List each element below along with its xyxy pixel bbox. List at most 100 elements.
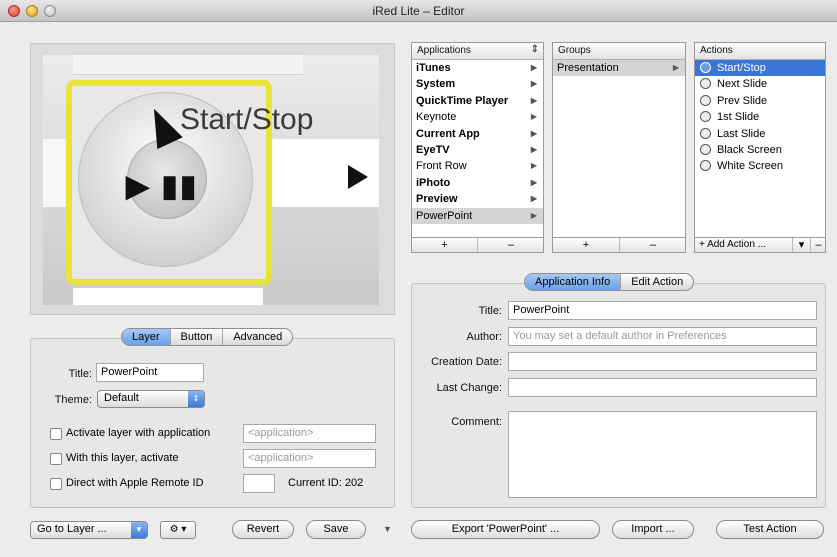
application-list-item[interactable]: Current App ▶ <box>412 126 543 142</box>
activate-app-field[interactable]: <application> <box>243 424 376 443</box>
application-list-item[interactable]: Front Row ▶ <box>412 158 543 174</box>
action-list-item[interactable]: Last Slide <box>695 126 825 142</box>
groups-footer: + – <box>552 237 686 253</box>
remove-application-button[interactable]: – <box>478 238 544 252</box>
tab-button[interactable]: Button <box>171 329 224 345</box>
tab-edit-action[interactable]: Edit Action <box>621 274 693 290</box>
preview-top-strip <box>73 55 303 75</box>
action-list-item[interactable]: Prev Slide <box>695 93 825 109</box>
last-change-field[interactable] <box>508 378 817 397</box>
groups-header-label: Groups <box>558 45 591 56</box>
activate-with-app-checkbox[interactable] <box>50 428 62 440</box>
with-layer-app-field[interactable]: <application> <box>243 449 376 468</box>
groups-header[interactable]: Groups <box>553 43 685 60</box>
theme-value: Default <box>104 392 139 404</box>
action-list-item[interactable]: 1st Slide <box>695 109 825 125</box>
author-label: Author: <box>466 331 502 343</box>
list-item-label: iTunes <box>416 62 451 74</box>
group-list-item[interactable]: Presentation ▶ <box>553 60 685 77</box>
action-list-item[interactable]: Next Slide <box>695 76 825 92</box>
author-field[interactable]: You may set a default author in Preferen… <box>508 327 817 346</box>
export-button[interactable]: Export 'PowerPoint' ... <box>411 520 600 539</box>
disclosure-arrow-icon: ▶ <box>530 177 537 187</box>
tab-layer[interactable]: Layer <box>122 329 171 345</box>
remote-id-field[interactable] <box>243 474 275 493</box>
applications-list[interactable]: Applications ⇕ iTunes ▶ System ▶ QuickTime P… <box>411 42 544 252</box>
revert-button[interactable]: Revert <box>232 520 294 539</box>
popup-arrows-icon: ⇕ <box>188 391 204 407</box>
add-application-button[interactable]: + <box>412 238 478 252</box>
action-list-item[interactable]: Black Screen <box>695 142 825 158</box>
application-list-item[interactable]: PowerPoint ▶ <box>412 207 543 224</box>
chevron-down-icon: ▼ <box>131 522 147 538</box>
play-arrow-icon <box>348 165 368 189</box>
remote-id-label: Direct with Apple Remote ID <box>66 477 204 489</box>
creation-date-field[interactable] <box>508 352 817 371</box>
go-to-layer-popup[interactable]: Go to Layer ... ▼ <box>30 521 148 539</box>
applications-header[interactable]: Applications ⇕ <box>412 43 543 60</box>
add-group-button[interactable]: + <box>553 238 620 252</box>
tab-advanced[interactable]: Advanced <box>223 329 292 345</box>
list-item-label: PowerPoint <box>416 209 473 222</box>
activate-with-app-label: Activate layer with application <box>66 427 211 439</box>
layer-title-field[interactable]: PowerPoint <box>96 363 204 382</box>
add-action-button[interactable]: + Add Action ... <box>695 238 793 252</box>
editor-window: iRed Lite – Editor ▶ ▮▮ Start/Stop Appli… <box>0 0 837 557</box>
remote-button-icon <box>700 143 711 155</box>
list-item-label: Prev Slide <box>717 94 768 107</box>
actions-header[interactable]: Actions <box>695 43 825 60</box>
add-action-menu-button[interactable]: ▾ <box>793 238 811 252</box>
actions-footer: + Add Action ... ▾ – <box>694 237 826 253</box>
list-item-label: Next Slide <box>717 78 768 91</box>
list-item-label: iPhoto <box>416 176 451 189</box>
info-title-field[interactable]: PowerPoint <box>508 301 817 320</box>
layer-title-label: Title: <box>68 368 92 380</box>
list-item-label: EyeTV <box>416 143 450 156</box>
action-list-item[interactable]: Start/Stop <box>695 60 825 77</box>
gear-menu-button[interactable]: ⚙ ▾ <box>160 521 196 539</box>
with-layer-activate-label: With this layer, activate <box>66 452 179 464</box>
disclosure-arrow-icon: ▶ <box>530 161 537 171</box>
preview-bottom-strip <box>73 288 263 305</box>
groups-list[interactable]: Groups Presentation ▶ <box>552 42 686 252</box>
preview-action-label: Start/Stop <box>180 103 314 136</box>
remote-id-checkbox[interactable] <box>50 478 62 490</box>
current-id-label: Current ID: 202 <box>288 477 364 489</box>
remove-group-button[interactable]: – <box>620 238 686 252</box>
application-list-item[interactable]: System ▶ <box>412 76 543 92</box>
list-item-label: Presentation <box>557 62 619 74</box>
application-list-item[interactable]: QuickTime Player ▶ <box>412 93 543 109</box>
remote-button-icon <box>700 160 711 172</box>
application-list-item[interactable]: Preview ▶ <box>412 191 543 207</box>
info-title-label: Title: <box>478 305 502 317</box>
application-list-item[interactable]: iPhoto ▶ <box>412 175 543 191</box>
tab-application-info[interactable]: Application Info <box>525 274 622 290</box>
disclosure-arrow-icon: ▶ <box>672 63 679 72</box>
window-title: iRed Lite – Editor <box>372 4 465 18</box>
disclosure-arrow-icon: ▶ <box>530 194 537 204</box>
list-item-label: White Screen <box>717 160 784 173</box>
applications-header-label: Applications <box>417 45 471 56</box>
disclosure-arrow-icon: ▶ <box>530 210 537 220</box>
layer-preview: ▶ ▮▮ Start/Stop <box>43 55 379 305</box>
theme-label: Theme: <box>54 394 92 406</box>
application-list-item[interactable]: iTunes ▶ <box>412 60 543 76</box>
actions-list[interactable]: Actions Start/Stop Next Slide Prev Slide 1s… <box>694 42 826 252</box>
sort-stepper-icon[interactable]: ⇕ <box>531 44 539 55</box>
layer-tabs: Layer Button Advanced <box>121 328 294 346</box>
theme-popup[interactable]: Default ⇕ <box>97 390 205 408</box>
comment-textarea[interactable] <box>508 411 817 498</box>
title-bar[interactable]: iRed Lite – Editor <box>0 0 837 22</box>
with-layer-activate-checkbox[interactable] <box>50 453 62 465</box>
test-action-button[interactable]: Test Action <box>716 520 824 539</box>
save-button[interactable]: Save <box>306 520 366 539</box>
creation-date-label: Creation Date: <box>431 356 502 368</box>
application-list-item[interactable]: EyeTV ▶ <box>412 142 543 158</box>
action-list-item[interactable]: White Screen <box>695 158 825 174</box>
application-list-item[interactable]: Keynote ▶ <box>412 109 543 125</box>
last-change-label: Last Change: <box>436 382 502 394</box>
import-button[interactable]: Import ... <box>612 520 694 539</box>
disclosure-arrow-icon: ▶ <box>530 128 537 138</box>
remove-action-button[interactable]: – <box>811 238 826 252</box>
save-menu-icon[interactable]: ▼ <box>383 524 392 534</box>
